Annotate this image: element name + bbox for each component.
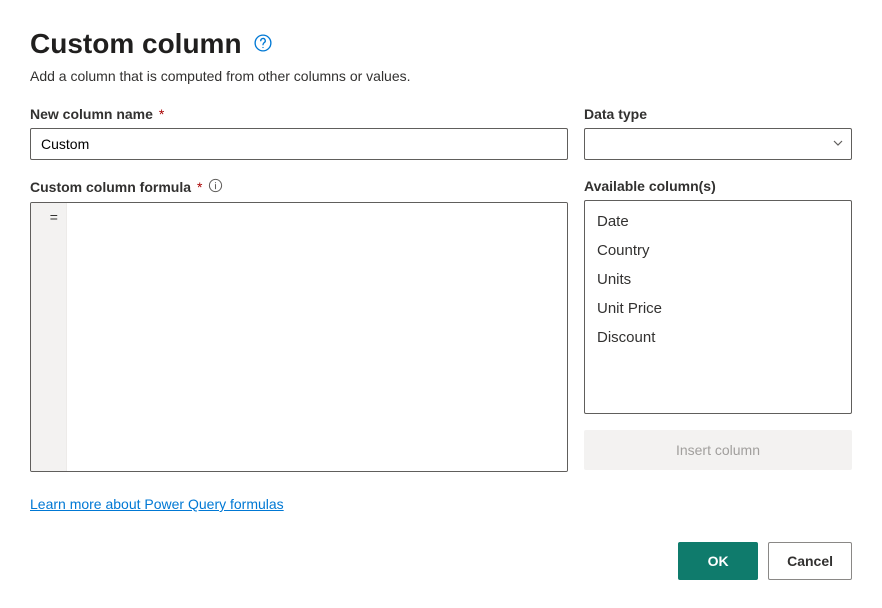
label-data-type: Data type	[584, 106, 852, 122]
cancel-button[interactable]: Cancel	[768, 542, 852, 580]
dialog-subtitle: Add a column that is computed from other…	[30, 68, 852, 84]
learn-more-link[interactable]: Learn more about Power Query formulas	[30, 496, 568, 512]
available-column-item[interactable]: Unit Price	[585, 294, 851, 323]
data-type-select-wrapper	[584, 128, 852, 160]
available-column-item[interactable]: Units	[585, 265, 851, 294]
column-name-input[interactable]	[30, 128, 568, 160]
dialog-footer: OK Cancel	[30, 542, 852, 580]
label-column-name: New column name *	[30, 106, 568, 122]
group-formula: Custom column formula * = Learn more abo…	[30, 178, 568, 512]
group-column-name: New column name *	[30, 106, 568, 160]
group-available-columns: Available column(s) DateCountryUnitsUnit…	[584, 178, 852, 512]
required-marker: *	[159, 106, 164, 122]
info-icon[interactable]	[208, 178, 223, 196]
dialog-header: Custom column	[30, 28, 852, 60]
formula-editor[interactable]	[67, 203, 567, 471]
available-columns-list: DateCountryUnitsUnit PriceDiscount	[584, 200, 852, 414]
help-icon[interactable]	[254, 34, 272, 55]
insert-column-button[interactable]: Insert column	[584, 430, 852, 470]
available-column-item[interactable]: Date	[585, 207, 851, 236]
row-name-type: New column name * Data type	[30, 106, 852, 160]
data-type-select[interactable]	[584, 128, 852, 160]
ok-button[interactable]: OK	[678, 542, 758, 580]
formula-editor-container: =	[30, 202, 568, 472]
label-formula: Custom column formula *	[30, 178, 568, 196]
group-data-type: Data type	[584, 106, 852, 160]
available-column-item[interactable]: Discount	[585, 323, 851, 352]
formula-gutter: =	[31, 203, 67, 471]
label-available-columns: Available column(s)	[584, 178, 852, 194]
available-column-item[interactable]: Country	[585, 236, 851, 265]
dialog-title: Custom column	[30, 28, 242, 60]
row-formula-columns: Custom column formula * = Learn more abo…	[30, 178, 852, 512]
required-marker: *	[197, 179, 202, 195]
